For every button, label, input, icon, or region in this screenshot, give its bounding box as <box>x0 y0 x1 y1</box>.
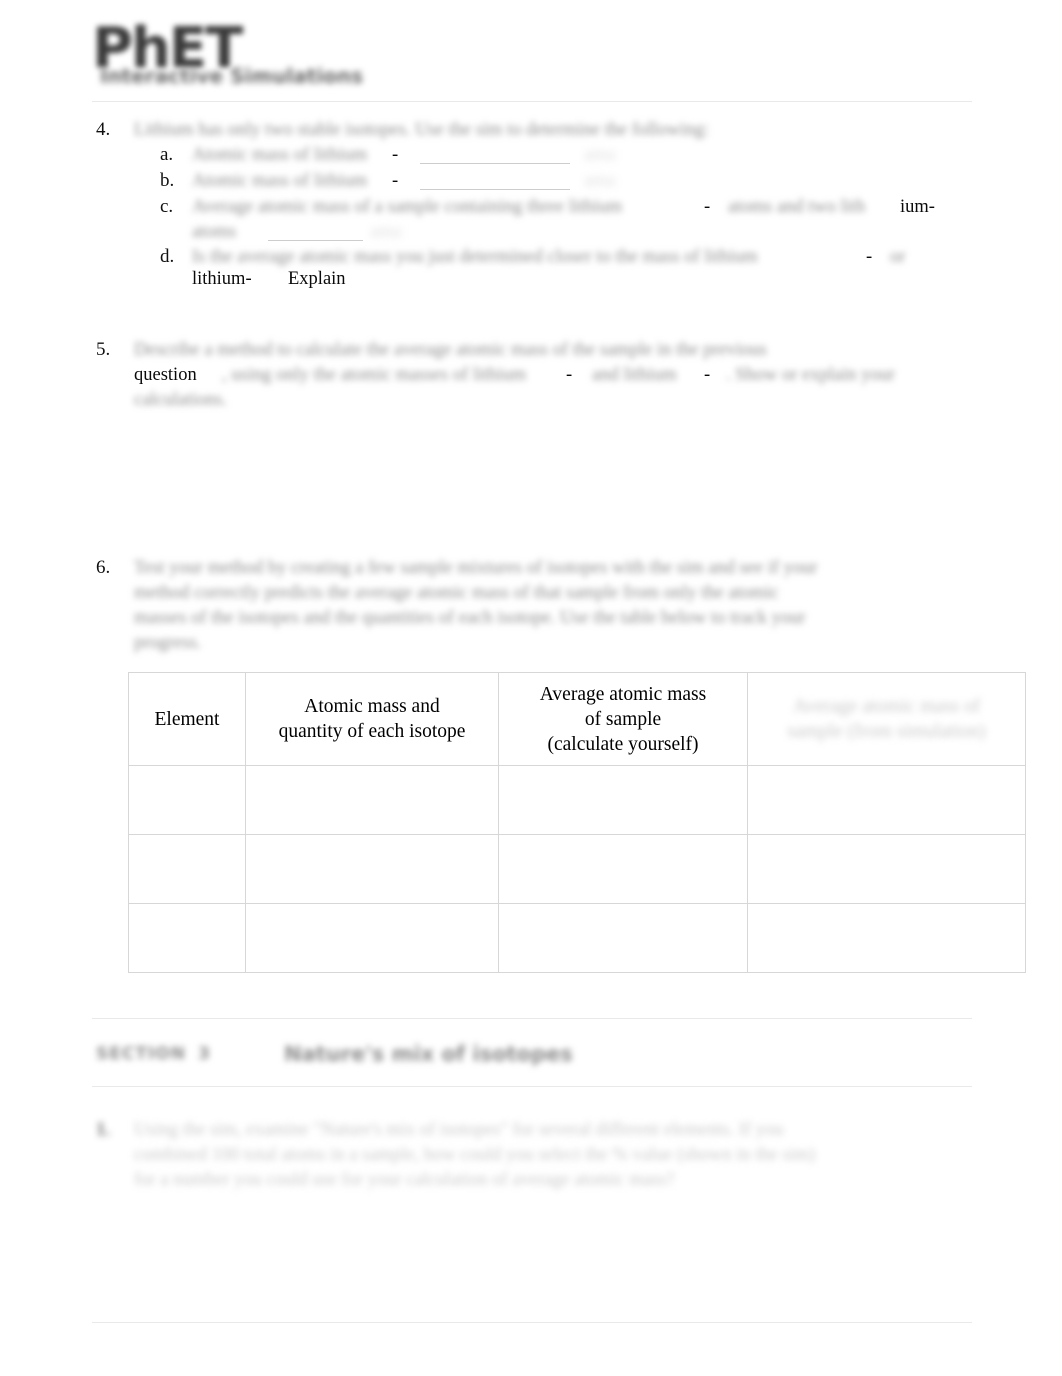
question-4c-line2: atoms <box>192 222 237 242</box>
question-4c-dash: - <box>704 197 711 217</box>
question-4b-blank[interactable] <box>420 169 570 190</box>
table-header-avg-mass-calculated-line2: of sample <box>584 708 662 730</box>
question-6-line1: Test your method by creating a few sampl… <box>134 558 818 578</box>
isotope-data-table: Element Atomic mass and quantity of each… <box>128 672 1026 973</box>
table-header-avg-mass-simulation-line2: sample (from simulation) <box>787 721 986 742</box>
question-4c-line1-cont: atoms and two lith <box>728 197 866 217</box>
table-cell-avg-mass-simulation[interactable] <box>747 903 1026 973</box>
question-4d-line1-tail: or <box>890 247 906 267</box>
question-5-line2-sharp: question <box>134 365 197 385</box>
question-6-number: 6. <box>96 557 111 578</box>
footer-divider <box>92 1322 972 1323</box>
question-4d-marker: d. <box>160 246 175 267</box>
document-page: PhET Interactive Simulations 4. Lithium … <box>0 0 1062 1376</box>
section-label: SECTION <box>96 1044 186 1064</box>
header-divider <box>92 101 972 102</box>
question-4b-unit: amu <box>584 171 616 191</box>
table-header-element-label: Element <box>154 708 220 730</box>
table-cell-avg-mass-simulation[interactable] <box>747 834 1026 904</box>
question-4b-dash: - <box>392 171 399 191</box>
section-divider-bottom <box>92 1086 972 1087</box>
table-cell-avg-mass-calculated[interactable] <box>498 834 748 904</box>
final-question-line3: for a number you could use for your calc… <box>134 1170 675 1190</box>
table-cell-isotope-quantity[interactable] <box>245 765 499 835</box>
phet-logo: PhET Interactive Simulations <box>92 18 363 89</box>
table-cell-isotope-quantity[interactable] <box>245 834 499 904</box>
question-4c-unit: amu <box>370 222 402 242</box>
table-cell-avg-mass-simulation[interactable] <box>747 765 1026 835</box>
question-4a-unit: amu <box>584 145 616 165</box>
table-header-isotope-quantity: Atomic mass and quantity of each isotope <box>245 672 499 766</box>
table-header-element: Element <box>128 672 246 766</box>
question-4c-tail: ium- <box>900 197 935 217</box>
question-4a-marker: a. <box>160 144 174 165</box>
question-6-line4: progress. <box>134 633 202 653</box>
table-header-avg-mass-calculated-line3: (calculate yourself) <box>547 733 699 755</box>
section-title: Nature's mix of isotopes <box>284 1042 573 1066</box>
question-4b-marker: b. <box>160 170 175 191</box>
question-5-number: 5. <box>96 339 111 360</box>
question-4b-text: Atomic mass of lithium <box>192 171 368 191</box>
question-4a-blank[interactable] <box>420 143 570 164</box>
table-row[interactable] <box>128 834 1026 904</box>
question-5-line2-cont: and lithium <box>592 365 677 385</box>
table-header-avg-mass-simulation: Average atomic mass of sample (from simu… <box>747 672 1026 766</box>
question-5-line1: Describe a method to calculate the avera… <box>134 340 767 360</box>
table-cell-avg-mass-calculated[interactable] <box>498 765 748 835</box>
question-4-number: 4. <box>96 119 111 140</box>
table-header-avg-mass-calculated: Average atomic mass of sample (calculate… <box>498 672 748 766</box>
table-header-avg-mass-calculated-line1: Average atomic mass <box>539 683 707 705</box>
question-4c-marker: c. <box>160 196 174 217</box>
phet-logo-subtitle: Interactive Simulations <box>100 64 363 88</box>
table-cell-element[interactable] <box>128 834 246 904</box>
question-5-line2-dash2: - <box>704 365 711 385</box>
question-4d-line2-b: Explain <box>288 269 346 289</box>
question-4-text: Lithium has only two stable isotopes. Us… <box>134 120 709 140</box>
question-4a-dash: - <box>392 145 399 165</box>
question-4c-line1: Average atomic mass of a sample containi… <box>192 197 623 217</box>
table-cell-avg-mass-calculated[interactable] <box>498 903 748 973</box>
final-question-line2: combined 100 total atoms in a sample, ho… <box>134 1145 816 1165</box>
question-5-line3: calculations. <box>134 390 227 410</box>
section-divider-top <box>92 1018 972 1019</box>
question-5-line2-tail: . Show or explain your <box>726 365 896 385</box>
section-number: 3 <box>198 1044 211 1064</box>
table-cell-element[interactable] <box>128 903 246 973</box>
table-row[interactable] <box>128 903 1026 973</box>
final-question-line1: Using the sim, examine "Nature's mix of … <box>134 1120 784 1140</box>
table-header-row: Element Atomic mass and quantity of each… <box>128 672 1026 766</box>
question-4a-text: Atomic mass of lithium <box>192 145 368 165</box>
question-4d-line2-a: lithium- <box>192 269 252 289</box>
table-header-avg-mass-simulation-line1: Average atomic mass of <box>792 696 981 717</box>
question-5-line2-dash: - <box>566 365 573 385</box>
final-question-number: 1. <box>96 1119 111 1140</box>
question-6-line2: method correctly predicts the average at… <box>134 583 779 603</box>
question-6-line3: masses of the isotopes and the quantitie… <box>134 608 806 628</box>
table-header-isotope-quantity-line2: quantity of each isotope <box>278 721 466 742</box>
question-4c-blank[interactable] <box>268 220 363 241</box>
table-cell-isotope-quantity[interactable] <box>245 903 499 973</box>
table-row[interactable] <box>128 765 1026 835</box>
table-header-isotope-quantity-line1: Atomic mass and <box>304 696 440 717</box>
table-cell-element[interactable] <box>128 765 246 835</box>
question-4d-dash: - <box>866 247 873 267</box>
question-5-line2: , using only the atomic masses of lithiu… <box>222 365 527 385</box>
